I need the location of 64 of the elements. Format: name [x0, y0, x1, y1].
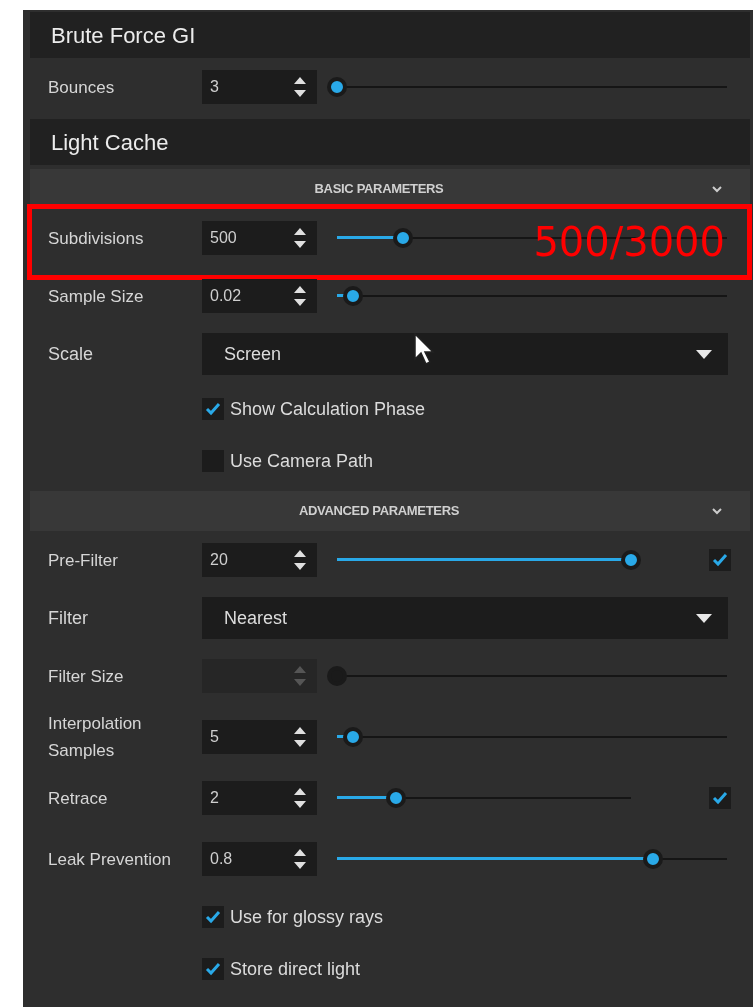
field-value: 0.8 — [210, 849, 233, 869]
dropdown[interactable]: Nearest — [202, 597, 728, 639]
slider-thumb[interactable] — [327, 77, 347, 97]
section-title: Brute Force GI — [51, 21, 196, 50]
chevron-icon[interactable] — [712, 185, 722, 193]
number-field[interactable]: 2 — [202, 781, 317, 815]
number-field[interactable]: 3 — [202, 70, 317, 104]
caret-icon[interactable] — [696, 349, 712, 359]
dropdown-value: Nearest — [224, 606, 288, 630]
stepper-icon[interactable] — [293, 725, 307, 749]
field-label: Retrace — [48, 787, 109, 810]
stepper-icon[interactable] — [293, 226, 307, 250]
field-label: Filter — [47, 606, 89, 630]
slider-thumb[interactable] — [342, 727, 363, 747]
stepper-icon[interactable] — [293, 75, 307, 99]
subsection-title: ADVANCED PARAMETERS — [297, 502, 461, 521]
checkbox[interactable] — [202, 958, 224, 980]
dropdown-value: Screen — [224, 342, 282, 366]
checkbox[interactable] — [202, 398, 224, 420]
slider-thumb[interactable] — [385, 788, 406, 808]
section-header[interactable]: Light Cache — [30, 119, 750, 165]
section-header[interactable]: Brute Force GI — [30, 12, 750, 58]
checkbox-label: Use for glossy rays — [230, 905, 384, 929]
field-label: Leak Prevention — [48, 848, 172, 871]
number-field[interactable]: 0.02 — [202, 279, 317, 313]
number-field[interactable]: 0.8 — [202, 842, 317, 876]
subsection-header[interactable]: ADVANCED PARAMETERS — [30, 491, 750, 531]
stepper-icon[interactable] — [293, 847, 307, 871]
field-label: Bounces — [48, 76, 116, 99]
subsection-title: BASIC PARAMETERS — [313, 180, 445, 199]
number-field[interactable]: 20 — [202, 543, 317, 577]
slider-thumb[interactable] — [621, 550, 641, 570]
field-value: 2 — [210, 788, 219, 808]
stepper-icon[interactable] — [293, 786, 307, 810]
annotation-text: 500/3000 — [533, 222, 725, 262]
number-field[interactable]: 500 — [202, 221, 317, 255]
number-field[interactable]: 5 — [202, 720, 317, 754]
pointer-icon — [414, 333, 436, 365]
slider-thumb[interactable] — [642, 849, 663, 869]
chevron-icon[interactable] — [712, 507, 722, 515]
checkbox[interactable] — [709, 549, 731, 571]
checkbox[interactable] — [709, 787, 731, 809]
checkbox-label: Store direct light — [230, 957, 361, 981]
field-value: 5 — [210, 727, 219, 747]
field-value: 3 — [210, 77, 219, 97]
field-value: 20 — [210, 550, 228, 570]
stepper-icon[interactable] — [293, 284, 307, 308]
field-label: Scale — [47, 342, 95, 366]
checkbox-label: Show Calculation Phase — [230, 397, 426, 421]
caret-icon[interactable] — [696, 613, 712, 623]
field-label: Filter Size — [48, 665, 125, 688]
section-title: Light Cache — [51, 128, 169, 157]
stepper-icon[interactable] — [293, 548, 307, 572]
field-value: 500 — [210, 228, 237, 248]
slider-thumb[interactable] — [342, 286, 363, 306]
field-label: Sample Size — [48, 285, 145, 308]
dropdown[interactable]: Screen — [202, 333, 728, 375]
slider-thumb[interactable] — [393, 228, 414, 248]
field-label: Pre-Filter — [48, 549, 119, 572]
checkbox-label: Use Camera Path — [230, 449, 374, 473]
field-label: Subdivisions — [48, 227, 145, 250]
field-label: Interpolation Samples — [48, 713, 143, 762]
checkbox[interactable] — [202, 906, 224, 928]
field-value: 0.02 — [210, 286, 242, 306]
